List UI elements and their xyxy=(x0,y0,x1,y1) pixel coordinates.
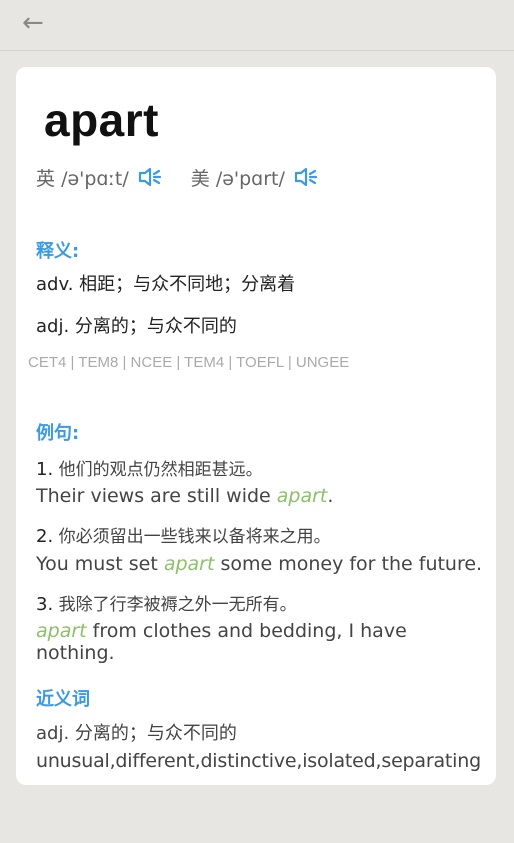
uk-pronunciation: 英 /ə'pɑːt/ xyxy=(36,164,129,191)
us-label: 美 xyxy=(190,167,210,190)
synonyms-title: 近义词 xyxy=(36,689,90,710)
back-arrow-icon[interactable]: ← xyxy=(22,8,54,40)
headword: apart xyxy=(44,94,159,146)
synonym-meaning: adj. 分离的；与众不同的 xyxy=(36,719,237,745)
example-en-text: some money for the future. xyxy=(214,553,483,575)
example-number: 2. xyxy=(36,526,54,547)
word-card: apart 英 /ə'pɑːt/ 美 /ə'pɑrt/ 释义: adv. 相距；… xyxy=(16,67,496,785)
top-bar: ← xyxy=(0,0,514,51)
example-en-text: You must set xyxy=(36,553,164,575)
synonym-list: unusual,different,distinctive,isolated,s… xyxy=(36,750,481,772)
example-cn: 3. 我除了行李被褥之外一无所有。 xyxy=(36,590,297,615)
synonym-pos: adj. xyxy=(36,723,70,744)
definition-item: adv. 相距；与众不同地；分离着 xyxy=(36,270,295,296)
example-highlight: apart xyxy=(163,553,215,575)
example-en: You must set apart some money for the fu… xyxy=(36,553,491,575)
example-cn-text: 他们的观点仍然相距甚远。 xyxy=(58,460,263,480)
us-phonetic: /ə'pɑrt/ xyxy=(215,167,285,190)
pronunciation-row: 英 /ə'pɑːt/ 美 /ə'pɑrt/ xyxy=(36,163,319,191)
definition-text: 相距；与众不同地；分离着 xyxy=(79,274,296,295)
definition-item: adj. 分离的；与众不同的 xyxy=(36,312,237,338)
definition-pos: adv. xyxy=(36,274,74,295)
example-cn: 1. 他们的观点仍然相距甚远。 xyxy=(36,455,263,480)
examples-title: 例句: xyxy=(36,423,80,444)
example-highlight: apart xyxy=(36,620,87,642)
definition-text: 分离的；与众不同的 xyxy=(74,316,237,337)
example-cn-text: 我除了行李被褥之外一无所有。 xyxy=(58,595,297,615)
example-en-text: . xyxy=(327,485,334,507)
us-pronunciation: 美 /ə'pɑrt/ xyxy=(191,164,285,191)
example-cn: 2. 你必须留出一些钱来以备将来之用。 xyxy=(36,522,331,547)
example-highlight: apart xyxy=(276,485,328,507)
uk-label: 英 xyxy=(36,167,56,190)
speaker-icon[interactable] xyxy=(293,164,319,190)
example-number: 3. xyxy=(36,594,54,615)
example-number: 1. xyxy=(36,459,54,480)
example-en-text: Their views are still wide xyxy=(36,485,277,507)
example-cn-text: 你必须留出一些钱来以备将来之用。 xyxy=(58,527,331,547)
example-en-text: from clothes and bedding, I have nothing… xyxy=(36,620,407,664)
uk-phonetic: /ə'pɑːt/ xyxy=(61,167,129,190)
speaker-icon[interactable] xyxy=(137,164,163,190)
definition-pos: adj. xyxy=(36,316,70,337)
example-en: Their views are still wide apart. xyxy=(36,485,491,507)
example-en: apart from clothes and bedding, I have n… xyxy=(36,620,491,664)
exam-tags: CET4 | TEM8 | NCEE | TEM4 | TOEFL | UNGE… xyxy=(28,354,350,371)
synonym-meaning-text: 分离的；与众不同的 xyxy=(74,723,237,744)
definitions-title: 释义: xyxy=(36,241,80,262)
